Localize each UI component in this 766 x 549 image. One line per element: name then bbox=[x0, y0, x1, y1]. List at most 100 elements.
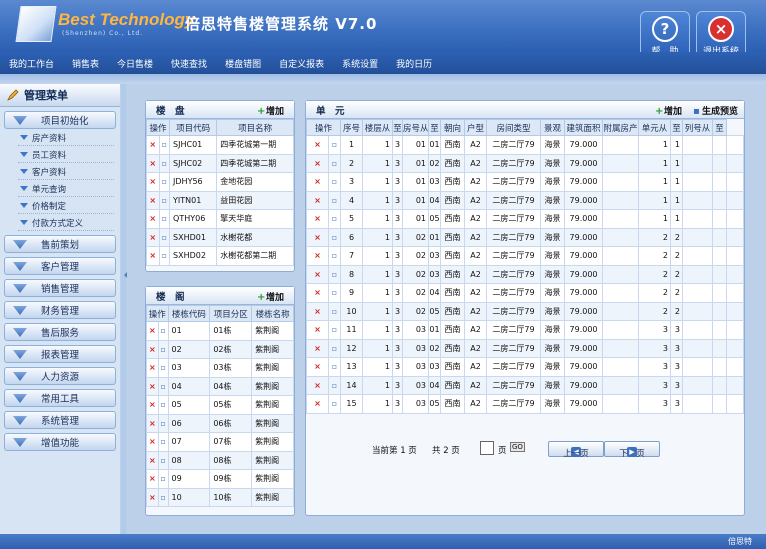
edit-icon[interactable]: ▫ bbox=[158, 153, 171, 173]
delete-icon[interactable]: × bbox=[306, 357, 329, 377]
sidebar-sub-item[interactable]: 客户资料 bbox=[18, 164, 114, 180]
delete-icon[interactable]: × bbox=[146, 376, 159, 396]
delete-icon[interactable]: × bbox=[306, 153, 329, 173]
delete-icon[interactable]: × bbox=[146, 246, 160, 266]
delete-icon[interactable]: × bbox=[306, 227, 329, 247]
table-row[interactable]: × ▫ 08 08栋 紫荆阁 bbox=[146, 450, 294, 470]
table-row[interactable]: × ▫ YITN01 益田花园 bbox=[146, 190, 294, 210]
delete-icon[interactable]: × bbox=[306, 301, 329, 321]
sidebar-section[interactable]: 财务管理 bbox=[4, 301, 116, 319]
sidebar-section[interactable]: 项目初始化 bbox=[4, 111, 116, 129]
edit-icon[interactable]: ▫ bbox=[327, 338, 342, 358]
table-row[interactable]: × ▫ SXHD01 水榭花都 bbox=[146, 227, 294, 247]
table-row[interactable]: × ▫ 7 1 3 02 03 西南 A2 二房二厅79 海景 79.000 2 2 bbox=[306, 246, 744, 266]
delete-icon[interactable]: × bbox=[146, 450, 159, 470]
table-row[interactable]: × ▫ 13 1 3 03 03 西南 A2 二房二厅79 海景 79.000 3 3 bbox=[306, 357, 744, 377]
edit-icon[interactable]: ▫ bbox=[327, 246, 342, 266]
edit-icon[interactable]: ▫ bbox=[327, 209, 342, 229]
page-input[interactable] bbox=[480, 441, 494, 455]
edit-icon[interactable]: ▫ bbox=[327, 172, 342, 192]
delete-icon[interactable]: × bbox=[306, 246, 329, 266]
next-page-button[interactable]: 下一页▶ bbox=[604, 441, 660, 459]
nav-item[interactable]: 自定义报表 bbox=[270, 57, 333, 70]
delete-icon[interactable]: × bbox=[146, 432, 159, 452]
edit-icon[interactable]: ▫ bbox=[158, 246, 171, 266]
edit-icon[interactable]: ▫ bbox=[327, 357, 342, 377]
delete-icon[interactable]: × bbox=[146, 172, 160, 192]
sidebar-section[interactable]: 人力资源 bbox=[4, 367, 116, 385]
sidebar-splitter[interactable] bbox=[121, 84, 127, 534]
edit-icon[interactable]: ▫ bbox=[327, 135, 342, 155]
nav-item[interactable]: 我的日历 bbox=[387, 57, 441, 70]
edit-icon[interactable]: ▫ bbox=[327, 375, 342, 395]
sidebar-sub-item[interactable]: 价格制定 bbox=[18, 198, 114, 214]
sidebar-sub-item[interactable]: 员工资料 bbox=[18, 147, 114, 163]
sidebar-section[interactable]: 系统管理 bbox=[4, 411, 116, 429]
delete-icon[interactable]: × bbox=[146, 190, 160, 210]
delete-icon[interactable]: × bbox=[306, 338, 329, 358]
generate-preview-button[interactable]: ▪ 生成预览 bbox=[693, 104, 738, 118]
delete-icon[interactable]: × bbox=[146, 321, 159, 341]
sidebar-section[interactable]: 售后服务 bbox=[4, 323, 116, 341]
nav-item[interactable]: 快速查找 bbox=[162, 57, 216, 70]
go-button[interactable]: GO bbox=[510, 442, 525, 452]
delete-icon[interactable]: × bbox=[146, 339, 159, 359]
delete-icon[interactable]: × bbox=[306, 190, 329, 210]
sidebar-sub-item[interactable]: 房产资料 bbox=[18, 130, 114, 146]
sidebar-sub-item[interactable]: 付款方式定义 bbox=[18, 215, 114, 231]
delete-icon[interactable]: × bbox=[146, 209, 160, 229]
table-row[interactable]: × ▫ 01 01栋 紫荆阁 bbox=[146, 321, 294, 341]
sidebar-section[interactable]: 报表管理 bbox=[4, 345, 116, 363]
table-row[interactable]: × ▫ 07 07栋 紫荆阁 bbox=[146, 432, 294, 452]
delete-icon[interactable]: × bbox=[306, 320, 329, 340]
edit-icon[interactable]: ▫ bbox=[157, 376, 169, 396]
table-row[interactable]: × ▫ 6 1 3 02 01 西南 A2 二房二厅79 海景 79.000 2 2 bbox=[306, 227, 744, 247]
edit-icon[interactable]: ▫ bbox=[157, 413, 169, 433]
table-row[interactable]: × ▫ 2 1 3 01 02 西南 A2 二房二厅79 海景 79.000 1 1 bbox=[306, 153, 744, 173]
table-row[interactable]: × ▫ 09 09栋 紫荆阁 bbox=[146, 469, 294, 489]
delete-icon[interactable]: × bbox=[146, 413, 159, 433]
table-row[interactable]: × ▫ 9 1 3 02 04 西南 A2 二房二厅79 海景 79.000 2 2 bbox=[306, 283, 744, 303]
nav-item[interactable]: 销售表 bbox=[63, 57, 108, 70]
edit-icon[interactable]: ▫ bbox=[327, 190, 342, 210]
table-row[interactable]: × ▫ 12 1 3 03 02 西南 A2 二房二厅79 海景 79.000 3 3 bbox=[306, 338, 744, 358]
delete-icon[interactable]: × bbox=[306, 264, 329, 284]
delete-icon[interactable]: × bbox=[306, 172, 329, 192]
table-row[interactable]: × ▫ SJHC01 四季花城第一期 bbox=[146, 135, 294, 155]
delete-icon[interactable]: × bbox=[306, 135, 329, 155]
table-row[interactable]: × ▫ 05 05栋 紫荆阁 bbox=[146, 395, 294, 415]
delete-icon[interactable]: × bbox=[306, 394, 329, 414]
delete-icon[interactable]: × bbox=[306, 209, 329, 229]
edit-icon[interactable]: ▫ bbox=[327, 320, 342, 340]
sidebar-section[interactable]: 售前策划 bbox=[4, 235, 116, 253]
delete-icon[interactable]: × bbox=[146, 487, 159, 507]
edit-icon[interactable]: ▫ bbox=[327, 264, 342, 284]
prev-page-button[interactable]: ◀ 上一页 bbox=[548, 441, 604, 459]
table-row[interactable]: × ▫ 4 1 3 01 04 西南 A2 二房二厅79 海景 79.000 1 1 bbox=[306, 190, 744, 210]
table-row[interactable]: × ▫ 8 1 3 02 03 西南 A2 二房二厅79 海景 79.000 2 2 bbox=[306, 264, 744, 284]
edit-icon[interactable]: ▫ bbox=[157, 487, 169, 507]
delete-icon[interactable]: × bbox=[146, 135, 160, 155]
edit-icon[interactable]: ▫ bbox=[157, 469, 169, 489]
delete-icon[interactable]: × bbox=[146, 395, 159, 415]
delete-icon[interactable]: × bbox=[306, 283, 329, 303]
sidebar-section[interactable]: 增值功能 bbox=[4, 433, 116, 451]
nav-item[interactable]: 楼盘错图 bbox=[216, 57, 270, 70]
units-add-button[interactable]: +增加 bbox=[655, 104, 682, 118]
table-row[interactable]: × ▫ SJHC02 四季花城第二期 bbox=[146, 153, 294, 173]
edit-icon[interactable]: ▫ bbox=[158, 227, 171, 247]
edit-icon[interactable]: ▫ bbox=[158, 190, 171, 210]
table-row[interactable]: × ▫ 04 04栋 紫荆阁 bbox=[146, 376, 294, 396]
table-row[interactable]: × ▫ 10 10栋 紫荆阁 bbox=[146, 487, 294, 507]
edit-icon[interactable]: ▫ bbox=[157, 339, 169, 359]
sidebar-section[interactable]: 客户管理 bbox=[4, 257, 116, 275]
edit-icon[interactable]: ▫ bbox=[157, 395, 169, 415]
edit-icon[interactable]: ▫ bbox=[327, 227, 342, 247]
edit-icon[interactable]: ▫ bbox=[157, 321, 169, 341]
table-row[interactable]: × ▫ 1 1 3 01 01 西南 A2 二房二厅79 海景 79.000 1 1 bbox=[306, 135, 744, 155]
table-row[interactable]: × ▫ 3 1 3 01 03 西南 A2 二房二厅79 海景 79.000 1 1 bbox=[306, 172, 744, 192]
sidebar-sub-item[interactable]: 单元查询 bbox=[18, 181, 114, 197]
edit-icon[interactable]: ▫ bbox=[158, 209, 171, 229]
delete-icon[interactable]: × bbox=[146, 469, 159, 489]
delete-icon[interactable]: × bbox=[146, 227, 160, 247]
